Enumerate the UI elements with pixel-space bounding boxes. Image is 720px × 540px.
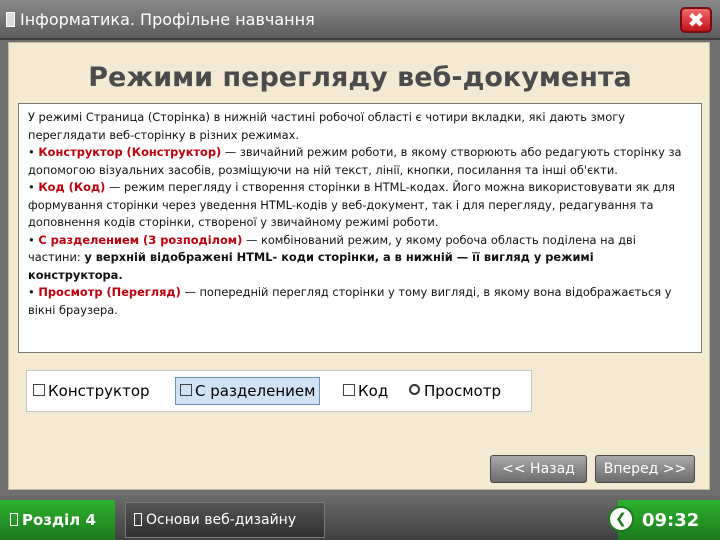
mode-term: С разделением (З розподілом): [38, 232, 243, 247]
document-icon: [6, 12, 15, 27]
tab-preview[interactable]: Просмотр: [409, 377, 501, 405]
clock-icon: ❮: [608, 506, 634, 532]
description-textbox: У режимі Страница (Сторінка) в нижній ча…: [18, 103, 702, 353]
tab-label: Конструктор: [48, 382, 150, 400]
list-item: • С разделением (З розподілом) — комбіно…: [28, 232, 636, 282]
list-item: • Конструктор (Конструктор) — звичайний …: [28, 145, 682, 177]
tab-split[interactable]: С разделением: [175, 377, 321, 405]
list-item: • Просмотр (Перегляд) — попередній перег…: [28, 285, 672, 317]
document-icon: [134, 512, 142, 526]
document-icon: [10, 513, 18, 526]
mode-term: Конструктор (Конструктор): [38, 145, 222, 159]
list-item: • Код (Код) — режим перегляду і створенн…: [28, 180, 675, 229]
tab-label: Код: [358, 382, 389, 400]
tab-design[interactable]: Конструктор: [33, 377, 150, 405]
title-bar: Інформатика. Профільне навчання: [0, 0, 720, 40]
tab-label: С разделением: [195, 382, 316, 400]
mode-term: Просмотр (Перегляд): [38, 285, 181, 299]
page-title: Режими перегляду веб-документа: [88, 62, 632, 93]
mode-desc: — режим перегляду і створення сторінки в…: [28, 180, 675, 229]
design-view-icon: [33, 383, 45, 396]
split-view-icon: [180, 383, 192, 396]
clock-time: 09:32: [642, 510, 700, 531]
section-label: Розділ 4: [22, 511, 96, 529]
window-title: Інформатика. Профільне навчання: [20, 10, 315, 29]
section-badge: Розділ 4: [0, 500, 115, 540]
intro-text: У режимі Страница (Сторінка) в нижній ча…: [28, 110, 625, 142]
forward-button[interactable]: Вперед >>: [595, 455, 695, 483]
tab-code[interactable]: Код: [343, 377, 388, 405]
mode-desc-bold: у верхній відображені HTML- коди сторінк…: [28, 250, 594, 282]
magnifier-icon: [409, 384, 420, 395]
course-badge: Основи веб-дизайну: [125, 502, 325, 538]
view-tabs-image: Конструктор С разделением Код Просмотр: [26, 370, 532, 412]
course-label: Основи веб-дизайну: [146, 512, 297, 528]
back-button[interactable]: << Назад: [490, 455, 587, 483]
mode-term: Код (Код): [38, 180, 106, 194]
tab-label: Просмотр: [424, 382, 501, 400]
code-view-icon: [343, 383, 355, 396]
close-button[interactable]: ✖: [680, 7, 712, 33]
